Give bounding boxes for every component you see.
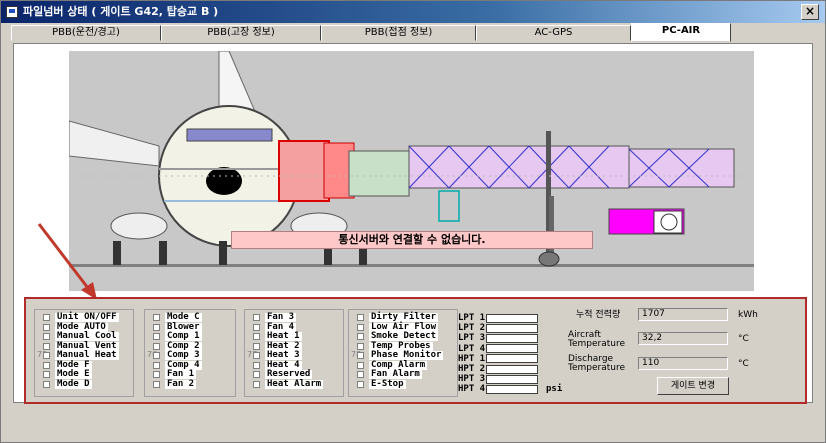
status-checkbox[interactable] xyxy=(153,380,160,388)
status-group-77: 77 Fan 3 Fan 4 Heat 1 Heat 2 Heat 3 Heat… xyxy=(244,309,344,397)
status-window: 파일넘버 상태 ( 게이트 G42, 탑승교 B ) × PBB(운전/경고) … xyxy=(0,0,826,443)
status-group-76: 76 Mode C Blower Comp 1 Comp 2 Comp 3 Co… xyxy=(144,309,236,397)
annotation-arrow xyxy=(37,223,97,300)
power-unit: kWh xyxy=(738,310,758,320)
pressure-value-field xyxy=(486,354,538,364)
status-label: Comp 3 xyxy=(165,350,202,361)
status-checkbox[interactable] xyxy=(357,361,364,369)
status-checkbox[interactable] xyxy=(153,371,160,379)
status-checkbox[interactable] xyxy=(357,371,364,379)
pressure-label: HPT 2 xyxy=(458,364,486,375)
status-label: Unit ON/OFF xyxy=(55,312,119,323)
status-checkbox[interactable] xyxy=(43,371,50,379)
status-label: Heat Alarm xyxy=(265,378,324,389)
close-button[interactable]: × xyxy=(801,4,819,20)
status-checkbox[interactable] xyxy=(357,380,364,388)
status-label: Mode E xyxy=(55,369,92,380)
pressure-label: LPT 3 xyxy=(458,333,486,344)
pressure-value-field xyxy=(486,374,538,384)
title-bar: 파일넘버 상태 ( 게이트 G42, 탑승교 B ) × xyxy=(1,1,825,23)
aircraft-temp-label-line2: Temperature xyxy=(568,339,626,349)
pressure-label: LPT 2 xyxy=(458,323,486,334)
tab-pbb-operation[interactable]: PBB(운전/경고) xyxy=(11,25,161,41)
status-checkbox[interactable] xyxy=(43,323,50,331)
status-checkbox[interactable] xyxy=(253,352,260,360)
status-label: Reserved xyxy=(265,369,313,380)
status-checkbox[interactable] xyxy=(253,342,260,350)
status-label: Manual Heat xyxy=(55,350,119,361)
power-label: 누적 전력량 xyxy=(576,310,621,320)
status-label: Smoke Detect xyxy=(369,331,439,342)
status-checkbox[interactable] xyxy=(253,361,260,369)
status-group-75: 75 Unit ON/OFF Mode AUTO Manual Cool Man… xyxy=(34,309,134,397)
pc-air-status-panel: 75 Unit ON/OFF Mode AUTO Manual Cool Man… xyxy=(24,297,807,404)
pressure-value-field xyxy=(486,323,538,333)
status-checkbox[interactable] xyxy=(253,314,260,322)
status-checkbox[interactable] xyxy=(43,352,50,360)
pressure-label: HPT 1 xyxy=(458,353,486,364)
pressure-label: LPT 4 xyxy=(458,343,486,354)
tab-pbb-contact[interactable]: PBB(접점 정보) xyxy=(321,25,476,41)
tab-pbb-fault[interactable]: PBB(고장 정보) xyxy=(161,25,321,41)
power-value: 1707 xyxy=(638,308,728,321)
status-label: Mode D xyxy=(55,378,92,389)
status-checkbox[interactable] xyxy=(153,314,160,322)
status-checkbox[interactable] xyxy=(357,342,364,350)
tab-bar: PBB(운전/경고) PBB(고장 정보) PBB(접점 정보) AC-GPS … xyxy=(11,23,817,43)
status-label: Heat 3 xyxy=(265,350,302,361)
status-checkbox[interactable] xyxy=(43,380,50,388)
status-checkbox[interactable] xyxy=(43,361,50,369)
discharge-temp-label-line2: Temperature xyxy=(568,363,626,373)
status-label: Fan 1 xyxy=(165,369,197,380)
bridge-diagram xyxy=(69,51,754,291)
status-checkbox[interactable] xyxy=(253,333,260,341)
pressure-label: HPT 3 xyxy=(458,374,486,385)
pressure-label: HPT 4 xyxy=(458,384,486,395)
status-label: E-Stop xyxy=(369,378,406,389)
pressure-unit: psi xyxy=(546,384,563,395)
status-checkbox[interactable] xyxy=(357,352,364,360)
aircraft-temp-unit: °C xyxy=(738,334,749,344)
status-label: Manual Cool xyxy=(55,331,119,342)
pressure-value-field xyxy=(486,333,538,343)
status-checkbox[interactable] xyxy=(253,323,260,331)
connection-error-banner: 통신서버와 연결할 수 없습니다. xyxy=(231,231,593,249)
tab-pc-air[interactable]: PC-AIR xyxy=(631,23,731,42)
status-checkbox[interactable] xyxy=(357,323,364,331)
pressure-value-field xyxy=(486,344,538,354)
status-checkbox[interactable] xyxy=(253,371,260,379)
aircraft-temp-value: 32,2 xyxy=(638,332,728,345)
status-label: Phase Monitor xyxy=(369,350,444,361)
status-checkbox[interactable] xyxy=(153,342,160,350)
status-checkbox[interactable] xyxy=(43,333,50,341)
discharge-temp-value: 110 xyxy=(638,357,728,370)
status-checkbox[interactable] xyxy=(357,333,364,341)
pressure-value-field xyxy=(486,313,538,323)
change-gate-button[interactable]: 게이트 변경 xyxy=(657,377,729,395)
pressure-value-field xyxy=(486,384,538,394)
pressure-value-field xyxy=(486,364,538,374)
status-label: Fan Alarm xyxy=(369,369,422,380)
app-icon xyxy=(6,6,18,18)
status-group-78: 78 Dirty Filter Low Air Flow Smoke Detec… xyxy=(348,309,458,397)
status-label: Dirty Filter xyxy=(369,312,439,323)
status-label: Comp 1 xyxy=(165,331,202,342)
status-label: Mode C xyxy=(165,312,202,323)
status-label: Fan 2 xyxy=(165,378,197,389)
status-checkbox[interactable] xyxy=(253,380,260,388)
status-checkbox[interactable] xyxy=(357,314,364,322)
status-checkbox[interactable] xyxy=(153,352,160,360)
pressure-label: LPT 1 xyxy=(458,313,486,324)
pressure-readouts: LPT 1 LPT 2 LPT 3 LPT 4 HPT 1 HPT 2 HPT … xyxy=(458,313,562,395)
status-checkbox[interactable] xyxy=(43,314,50,322)
status-checkbox[interactable] xyxy=(153,323,160,331)
status-checkbox[interactable] xyxy=(43,342,50,350)
status-label: Heat 1 xyxy=(265,331,302,342)
discharge-temp-unit: °C xyxy=(738,359,749,369)
window-title: 파일넘버 상태 ( 게이트 G42, 탑승교 B ) xyxy=(23,5,219,18)
tab-ac-gps[interactable]: AC-GPS xyxy=(476,25,631,41)
status-checkbox[interactable] xyxy=(153,333,160,341)
status-checkbox[interactable] xyxy=(153,361,160,369)
status-label: Fan 3 xyxy=(265,312,297,323)
